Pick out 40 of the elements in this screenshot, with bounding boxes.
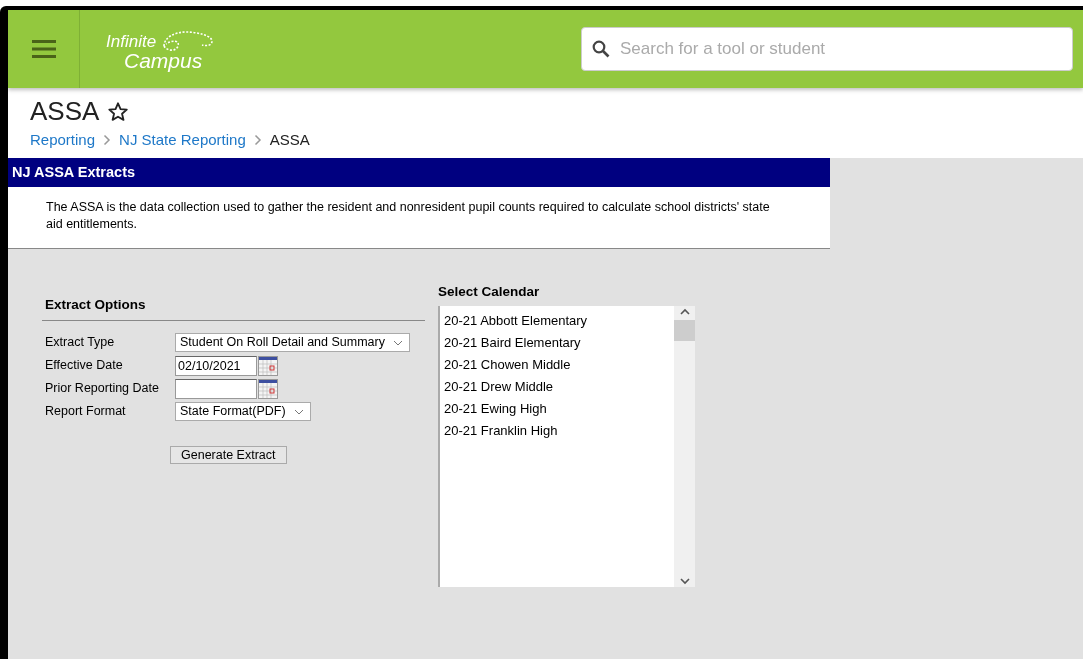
- chevron-icon: [253, 134, 262, 147]
- field-label: Prior Reporting Date: [45, 380, 160, 398]
- section-heading: Extract Options: [42, 294, 425, 322]
- page-title: ASSA: [30, 96, 100, 128]
- date-field[interactable]: [175, 378, 257, 399]
- search-icon: [592, 40, 610, 58]
- calendar-option[interactable]: 20-21 Franklin High: [440, 418, 674, 441]
- calendar-list[interactable]: 20-21 Abbott Elementary 20-21 Baird Elementary 20-21 Chowen Middle 20-21 Drew Middle 20-21 Ewing High 20-21 Franklin High: [438, 306, 695, 588]
- menu-icon[interactable]: [31, 39, 56, 59]
- generate-extract-button[interactable]: Generate Extract: [170, 446, 287, 465]
- calendar-icon[interactable]: [258, 355, 278, 376]
- scroll-up-icon[interactable]: [679, 308, 690, 317]
- field-label: Extract Type: [45, 334, 116, 352]
- calendar-option[interactable]: 20-21 Abbott Elementary: [440, 308, 674, 331]
- caret-icon: [392, 339, 403, 346]
- calendar-option[interactable]: 20-21 Ewing High: [440, 396, 674, 419]
- caret-icon: [293, 408, 304, 415]
- scroll-down-icon[interactable]: [679, 577, 690, 586]
- section-heading: Select Calendar: [438, 282, 541, 301]
- logo-text: Campus: [124, 51, 203, 71]
- breadcrumb-current: ASSA: [269, 130, 310, 151]
- search-bar[interactable]: Search for a tool or student: [581, 27, 1073, 71]
- logo-text: Infinite: [106, 33, 157, 50]
- favorite-star-icon[interactable]: [107, 100, 130, 123]
- chevron-icon: [103, 134, 112, 147]
- date-field[interactable]: 02/10/2021: [175, 355, 257, 376]
- scrollbar-thumb[interactable]: [674, 320, 695, 342]
- calendar-icon[interactable]: [258, 378, 278, 399]
- scrollbar[interactable]: [674, 306, 695, 588]
- breadcrumb-link[interactable]: Reporting: [30, 129, 96, 152]
- dropdown[interactable]: Student On Roll Detail and Summary: [175, 333, 410, 353]
- calendar-option[interactable]: 20-21 Chowen Middle: [440, 352, 674, 375]
- field-label: Report Format: [45, 403, 127, 421]
- calendar-option[interactable]: 20-21 Baird Elementary: [440, 330, 674, 353]
- panel-description: The ASSA is the data collection used to gather the resident and nonresident pupil counts required to calculate school districts' state aid entitlements.: [45, 199, 771, 233]
- dropdown[interactable]: State Format(PDF): [175, 402, 311, 422]
- breadcrumb-link[interactable]: NJ State Reporting: [119, 129, 246, 152]
- field-label: Effective Date: [45, 357, 124, 375]
- calendar-option[interactable]: 20-21 Drew Middle: [440, 374, 674, 397]
- panel-title: NJ ASSA Extracts: [8, 157, 830, 188]
